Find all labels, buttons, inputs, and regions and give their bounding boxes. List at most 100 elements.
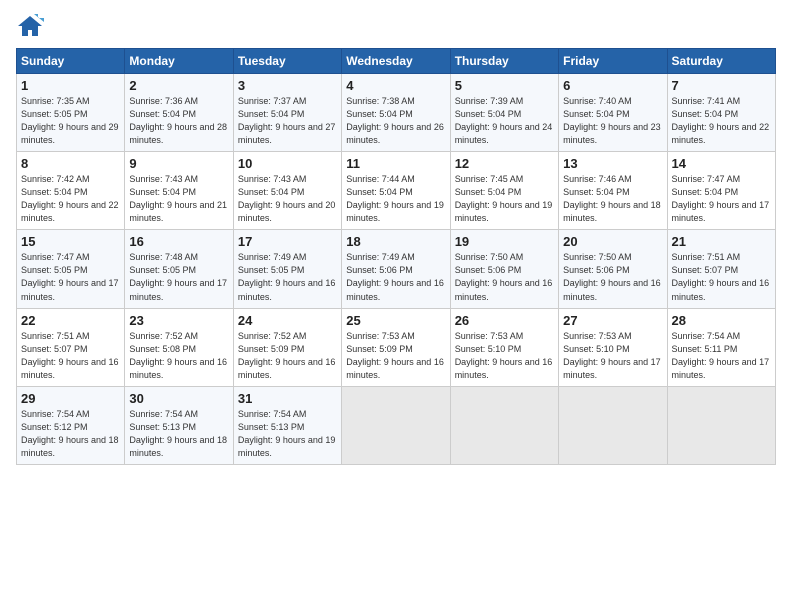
day-cell: 23Sunrise: 7:52 AMSunset: 5:08 PMDayligh… — [125, 308, 233, 386]
day-detail: Sunrise: 7:54 AMSunset: 5:13 PMDaylight:… — [129, 409, 227, 458]
day-number: 3 — [238, 78, 337, 93]
day-cell: 6 Sunrise: 7:40 AMSunset: 5:04 PMDaylight… — [559, 74, 667, 152]
day-detail: Sunrise: 7:54 AMSunset: 5:13 PMDaylight:… — [238, 409, 336, 458]
day-cell: 30 Sunrise: 7:54 AMSunset: 5:13 PMDayligh… — [125, 386, 233, 464]
day-number: 8 — [21, 156, 120, 171]
day-cell: 2 Sunrise: 7:36 AMSunset: 5:04 PMDaylight… — [125, 74, 233, 152]
day-detail: Sunrise: 7:43 AMSunset: 5:04 PMDaylight:… — [129, 174, 227, 223]
day-cell: 1 Sunrise: 7:35 AMSunset: 5:05 PMDaylight… — [17, 74, 125, 152]
week-row-1: 1 Sunrise: 7:35 AMSunset: 5:05 PMDaylight… — [17, 74, 776, 152]
day-detail: Sunrise: 7:36 AMSunset: 5:04 PMDaylight:… — [129, 96, 227, 145]
day-detail: Sunrise: 7:38 AMSunset: 5:04 PMDaylight:… — [346, 96, 444, 145]
day-detail: Sunrise: 7:53 AMSunset: 5:10 PMDaylight:… — [455, 331, 553, 380]
day-detail: Sunrise: 7:54 AMSunset: 5:11 PMDaylight:… — [672, 331, 770, 380]
day-number: 18 — [346, 234, 445, 249]
day-cell: 16 Sunrise: 7:48 AMSunset: 5:05 PMDayligh… — [125, 230, 233, 308]
day-number: 20 — [563, 234, 662, 249]
day-number: 15 — [21, 234, 120, 249]
day-number: 2 — [129, 78, 228, 93]
day-cell — [667, 386, 775, 464]
day-detail: Sunrise: 7:54 AMSunset: 5:12 PMDaylight:… — [21, 409, 119, 458]
day-detail: Sunrise: 7:52 AMSunset: 5:09 PMDaylight:… — [238, 331, 336, 380]
day-number: 19 — [455, 234, 554, 249]
day-number: 29 — [21, 391, 120, 406]
day-number: 21 — [672, 234, 771, 249]
day-number: 7 — [672, 78, 771, 93]
day-detail: Sunrise: 7:46 AMSunset: 5:04 PMDaylight:… — [563, 174, 661, 223]
day-detail: Sunrise: 7:41 AMSunset: 5:04 PMDaylight:… — [672, 96, 770, 145]
day-cell: 4 Sunrise: 7:38 AMSunset: 5:04 PMDaylight… — [342, 74, 450, 152]
day-number: 24 — [238, 313, 337, 328]
day-cell — [342, 386, 450, 464]
day-detail: Sunrise: 7:39 AMSunset: 5:04 PMDaylight:… — [455, 96, 553, 145]
week-row-2: 8 Sunrise: 7:42 AMSunset: 5:04 PMDaylight… — [17, 152, 776, 230]
day-cell: 26 Sunrise: 7:53 AMSunset: 5:10 PMDayligh… — [450, 308, 558, 386]
day-number: 10 — [238, 156, 337, 171]
day-number: 6 — [563, 78, 662, 93]
day-cell — [559, 386, 667, 464]
logo-icon — [16, 12, 44, 40]
day-cell: 22Sunrise: 7:51 AMSunset: 5:07 PMDayligh… — [17, 308, 125, 386]
day-cell: 8 Sunrise: 7:42 AMSunset: 5:04 PMDaylight… — [17, 152, 125, 230]
day-number: 30 — [129, 391, 228, 406]
day-number: 12 — [455, 156, 554, 171]
day-number: 9 — [129, 156, 228, 171]
day-cell: 5 Sunrise: 7:39 AMSunset: 5:04 PMDaylight… — [450, 74, 558, 152]
day-number: 31 — [238, 391, 337, 406]
day-cell: 13 Sunrise: 7:46 AMSunset: 5:04 PMDayligh… — [559, 152, 667, 230]
day-detail: Sunrise: 7:37 AMSunset: 5:04 PMDaylight:… — [238, 96, 336, 145]
calendar-page: SundayMondayTuesdayWednesdayThursdayFrid… — [0, 0, 792, 612]
day-number: 28 — [672, 313, 771, 328]
col-header-tuesday: Tuesday — [233, 49, 341, 74]
day-cell: 7 Sunrise: 7:41 AMSunset: 5:04 PMDaylight… — [667, 74, 775, 152]
day-number: 1 — [21, 78, 120, 93]
logo — [16, 12, 48, 40]
day-detail: Sunrise: 7:40 AMSunset: 5:04 PMDaylight:… — [563, 96, 661, 145]
day-cell: 17 Sunrise: 7:49 AMSunset: 5:05 PMDayligh… — [233, 230, 341, 308]
day-detail: Sunrise: 7:53 AMSunset: 5:09 PMDaylight:… — [346, 331, 444, 380]
day-cell: 3 Sunrise: 7:37 AMSunset: 5:04 PMDaylight… — [233, 74, 341, 152]
col-header-thursday: Thursday — [450, 49, 558, 74]
day-cell: 27 Sunrise: 7:53 AMSunset: 5:10 PMDayligh… — [559, 308, 667, 386]
day-cell: 31 Sunrise: 7:54 AMSunset: 5:13 PMDayligh… — [233, 386, 341, 464]
day-cell: 15 Sunrise: 7:47 AMSunset: 5:05 PMDayligh… — [17, 230, 125, 308]
day-number: 22 — [21, 313, 120, 328]
day-detail: Sunrise: 7:43 AMSunset: 5:04 PMDaylight:… — [238, 174, 336, 223]
day-number: 5 — [455, 78, 554, 93]
day-cell: 18Sunrise: 7:49 AMSunset: 5:06 PMDayligh… — [342, 230, 450, 308]
day-detail: Sunrise: 7:47 AMSunset: 5:04 PMDaylight:… — [672, 174, 770, 223]
day-cell: 19Sunrise: 7:50 AMSunset: 5:06 PMDayligh… — [450, 230, 558, 308]
day-number: 27 — [563, 313, 662, 328]
day-detail: Sunrise: 7:35 AMSunset: 5:05 PMDaylight:… — [21, 96, 119, 145]
col-header-wednesday: Wednesday — [342, 49, 450, 74]
day-number: 11 — [346, 156, 445, 171]
day-cell: 14 Sunrise: 7:47 AMSunset: 5:04 PMDayligh… — [667, 152, 775, 230]
day-number: 4 — [346, 78, 445, 93]
col-header-friday: Friday — [559, 49, 667, 74]
calendar-table: SundayMondayTuesdayWednesdayThursdayFrid… — [16, 48, 776, 465]
day-detail: Sunrise: 7:48 AMSunset: 5:05 PMDaylight:… — [129, 252, 227, 301]
day-number: 16 — [129, 234, 228, 249]
week-row-5: 29 Sunrise: 7:54 AMSunset: 5:12 PMDayligh… — [17, 386, 776, 464]
day-cell: 11Sunrise: 7:44 AMSunset: 5:04 PMDayligh… — [342, 152, 450, 230]
week-row-3: 15 Sunrise: 7:47 AMSunset: 5:05 PMDayligh… — [17, 230, 776, 308]
day-detail: Sunrise: 7:47 AMSunset: 5:05 PMDaylight:… — [21, 252, 119, 301]
day-cell: 21 Sunrise: 7:51 AMSunset: 5:07 PMDayligh… — [667, 230, 775, 308]
day-number: 23 — [129, 313, 228, 328]
day-number: 14 — [672, 156, 771, 171]
week-row-4: 22Sunrise: 7:51 AMSunset: 5:07 PMDayligh… — [17, 308, 776, 386]
day-detail: Sunrise: 7:51 AMSunset: 5:07 PMDaylight:… — [672, 252, 770, 301]
day-detail: Sunrise: 7:53 AMSunset: 5:10 PMDaylight:… — [563, 331, 661, 380]
day-cell: 24 Sunrise: 7:52 AMSunset: 5:09 PMDayligh… — [233, 308, 341, 386]
col-header-saturday: Saturday — [667, 49, 775, 74]
day-number: 26 — [455, 313, 554, 328]
day-detail: Sunrise: 7:49 AMSunset: 5:05 PMDaylight:… — [238, 252, 336, 301]
day-cell: 9 Sunrise: 7:43 AMSunset: 5:04 PMDaylight… — [125, 152, 233, 230]
day-number: 13 — [563, 156, 662, 171]
day-cell: 28 Sunrise: 7:54 AMSunset: 5:11 PMDayligh… — [667, 308, 775, 386]
day-detail: Sunrise: 7:42 AMSunset: 5:04 PMDaylight:… — [21, 174, 119, 223]
header-row: SundayMondayTuesdayWednesdayThursdayFrid… — [17, 49, 776, 74]
day-cell — [450, 386, 558, 464]
day-number: 17 — [238, 234, 337, 249]
day-cell: 29 Sunrise: 7:54 AMSunset: 5:12 PMDayligh… — [17, 386, 125, 464]
